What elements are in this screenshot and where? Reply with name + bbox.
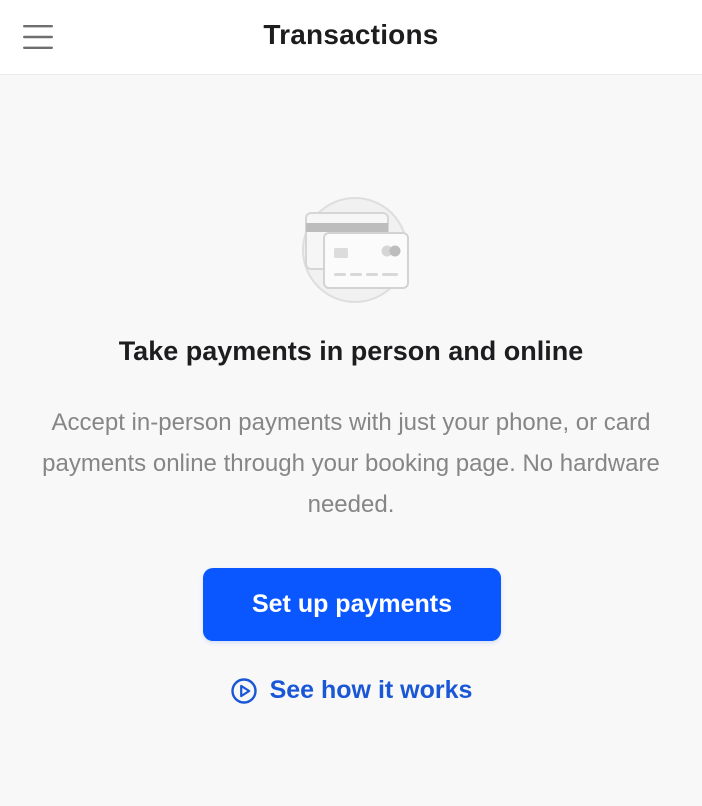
play-circle-icon <box>230 677 257 704</box>
see-how-it-works-link[interactable]: See how it works <box>0 676 702 705</box>
page-title: Transactions <box>263 19 439 50</box>
see-how-it-works-label: See how it works <box>269 676 473 704</box>
empty-state-headline: Take payments in person and online <box>118 336 584 366</box>
credit-card-icon <box>298 195 412 305</box>
top-bar: Transactions <box>0 0 702 75</box>
set-up-payments-button[interactable]: Set up payments <box>203 568 501 641</box>
empty-state-description: Accept in-person payments with just your… <box>42 409 660 518</box>
